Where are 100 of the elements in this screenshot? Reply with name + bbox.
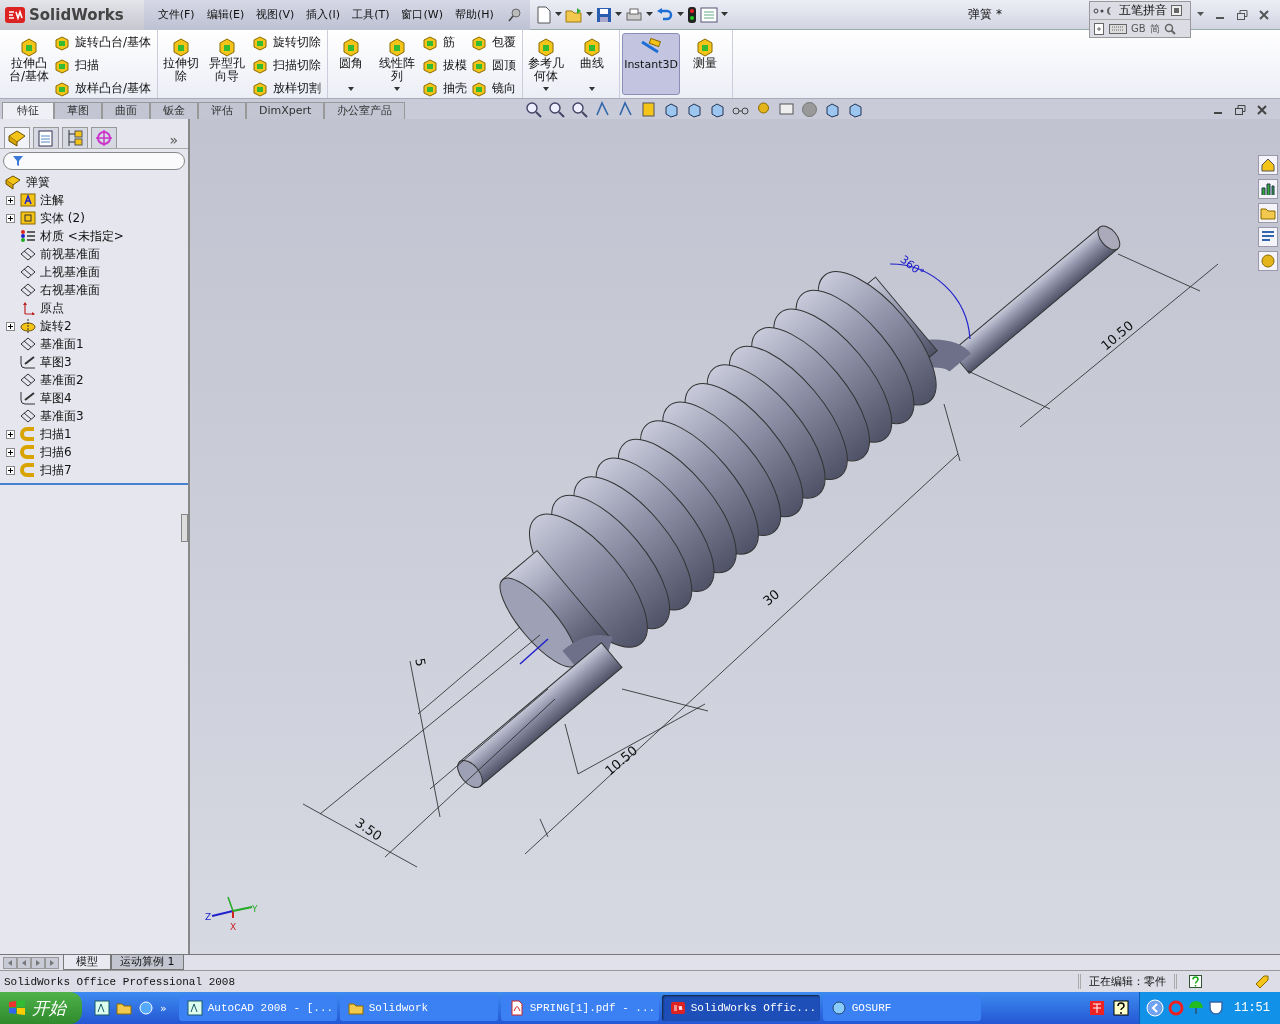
command-button[interactable]: 异型孔向导 xyxy=(206,33,249,95)
expand-icon[interactable] xyxy=(5,447,15,457)
tree-item[interactable]: 弹簧 xyxy=(26,173,50,191)
command-tab[interactable]: 曲面 xyxy=(102,102,150,119)
tree-item[interactable]: 实体 (2) xyxy=(40,209,85,227)
tree-item[interactable]: 基准面2 xyxy=(40,371,84,389)
charset-label[interactable]: GB xyxy=(1131,23,1146,34)
expand-panel-button[interactable]: » xyxy=(169,132,184,148)
tree-item[interactable]: 材质 <未指定> xyxy=(40,227,124,245)
caret-icon[interactable] xyxy=(676,12,684,17)
command-button[interactable]: 抽壳 xyxy=(422,79,468,98)
restore-icon[interactable] xyxy=(1236,8,1248,21)
tree-item[interactable]: 草图4 xyxy=(40,389,72,407)
shield-icon[interactable] xyxy=(1208,1000,1224,1016)
zoom-fit-icon[interactable] xyxy=(525,100,543,118)
home-icon[interactable] xyxy=(1258,155,1278,175)
taskbar-button[interactable]: Solidwork xyxy=(339,995,498,1021)
list-icon[interactable] xyxy=(1258,227,1278,247)
command-button[interactable]: 包覆 xyxy=(471,33,517,52)
close-icon[interactable] xyxy=(1258,8,1270,21)
command-button[interactable]: 筋 xyxy=(422,33,468,52)
help-icon[interactable] xyxy=(1189,975,1202,988)
umbrella-icon[interactable] xyxy=(1188,1000,1204,1016)
tree-item[interactable]: 前视基准面 xyxy=(40,245,100,263)
checklist-icon[interactable] xyxy=(699,6,718,23)
caret-icon[interactable] xyxy=(585,12,593,17)
tree-item[interactable]: 旋转2 xyxy=(40,317,72,335)
menu-item[interactable]: 视图(V) xyxy=(256,7,295,22)
taskbar-button[interactable]: SPRING[1].pdf - ... xyxy=(500,995,659,1021)
help-icon[interactable] xyxy=(1113,1000,1129,1016)
dimension-value[interactable]: 360° xyxy=(897,252,927,280)
chart-icon[interactable] xyxy=(1258,179,1278,199)
tree-item[interactable]: 扫描6 xyxy=(40,443,72,461)
caret-icon[interactable] xyxy=(614,12,622,17)
expand-icon[interactable] xyxy=(5,195,15,205)
taskbar-button[interactable]: GOSURF xyxy=(822,995,981,1021)
keyboard-icon[interactable] xyxy=(1109,23,1127,34)
page-icon[interactable] xyxy=(1093,22,1105,35)
taskbar-button[interactable]: SolidWorks Offic... xyxy=(661,995,820,1021)
crosshair-tab-icon[interactable] xyxy=(91,127,117,148)
undo-icon[interactable] xyxy=(655,6,674,23)
cad-icon[interactable] xyxy=(94,1000,110,1016)
input-method-icon[interactable] xyxy=(1089,1000,1105,1016)
start-button[interactable]: 开始 xyxy=(0,992,82,1024)
mode-label[interactable]: 简 xyxy=(1149,21,1160,36)
command-button[interactable]: 线性阵列 xyxy=(376,33,419,95)
command-button[interactable]: 测量 xyxy=(684,33,727,95)
tree-item[interactable]: 草图3 xyxy=(40,353,72,371)
dimension-value[interactable]: 30 xyxy=(759,586,783,609)
expand-icon[interactable] xyxy=(5,213,15,223)
command-button[interactable]: 圆顶 xyxy=(471,56,517,75)
menu-item[interactable]: 插入(I) xyxy=(306,7,341,22)
command-tab[interactable]: 特征 xyxy=(2,102,54,119)
configuration-tab-icon[interactable] xyxy=(62,127,88,148)
command-button[interactable]: 旋转切除 xyxy=(252,33,322,52)
splitter-handle[interactable] xyxy=(181,514,188,542)
command-button[interactable]: 圆角 xyxy=(330,33,373,95)
tree-item[interactable]: 基准面1 xyxy=(40,335,84,353)
menu-item[interactable]: 文件(F) xyxy=(157,7,195,22)
menu-item[interactable]: 工具(T) xyxy=(352,7,390,22)
tree-item[interactable]: 扫描7 xyxy=(40,461,72,479)
command-button[interactable]: 旋转凸台/基体 xyxy=(54,33,152,52)
close-icon[interactable] xyxy=(1256,104,1268,116)
caret-icon[interactable] xyxy=(1197,12,1204,17)
folder-icon[interactable] xyxy=(1258,203,1278,223)
printer-icon[interactable] xyxy=(624,6,643,23)
menu-item[interactable]: 帮助(H) xyxy=(454,7,494,22)
command-button[interactable]: 扫描 xyxy=(54,56,152,75)
restore-icon[interactable] xyxy=(1234,104,1246,116)
command-tab[interactable]: 评估 xyxy=(198,102,246,119)
taskbar-button[interactable]: AutoCAD 2008 - [... xyxy=(178,995,337,1021)
instant3d-toggle[interactable]: Instant3D xyxy=(622,33,681,95)
caret-icon[interactable] xyxy=(720,12,728,17)
more-button[interactable]: » xyxy=(160,1002,167,1015)
command-button[interactable]: 放样凸台/基体 xyxy=(54,79,152,98)
command-button[interactable]: 参考几何体 xyxy=(525,33,568,95)
caret-icon[interactable] xyxy=(554,12,562,17)
command-tab[interactable]: 办公室产品 xyxy=(324,102,406,119)
tree-item[interactable]: 上视基准面 xyxy=(40,263,100,281)
command-tab[interactable]: DimXpert xyxy=(246,102,325,119)
dimension-value[interactable]: 3.50 xyxy=(352,814,385,844)
tag-icon[interactable] xyxy=(1254,973,1270,990)
search-icon[interactable] xyxy=(1163,22,1176,35)
tree-item[interactable]: 扫描1 xyxy=(40,425,72,443)
feature-tree-tab-icon[interactable] xyxy=(4,127,30,148)
expand-icon[interactable] xyxy=(5,321,15,331)
command-button[interactable]: 拉伸切除 xyxy=(160,33,203,95)
zoom-icon[interactable] xyxy=(571,100,589,118)
command-button[interactable]: 扫描切除 xyxy=(252,56,322,75)
save-icon[interactable] xyxy=(595,6,612,23)
filter-field[interactable] xyxy=(3,152,185,170)
folder-icon[interactable] xyxy=(116,1000,132,1016)
tree-item[interactable]: 右视基准面 xyxy=(40,281,100,299)
menu-item[interactable]: 窗口(W) xyxy=(401,7,443,22)
expand-icon[interactable] xyxy=(5,465,15,475)
command-tab[interactable]: 钣金 xyxy=(150,102,198,119)
property-tab-icon[interactable] xyxy=(33,127,59,148)
menu-item[interactable]: 编辑(E) xyxy=(206,7,245,22)
traffic-light-icon[interactable] xyxy=(686,5,697,24)
tree-item[interactable]: 原点 xyxy=(40,299,64,317)
